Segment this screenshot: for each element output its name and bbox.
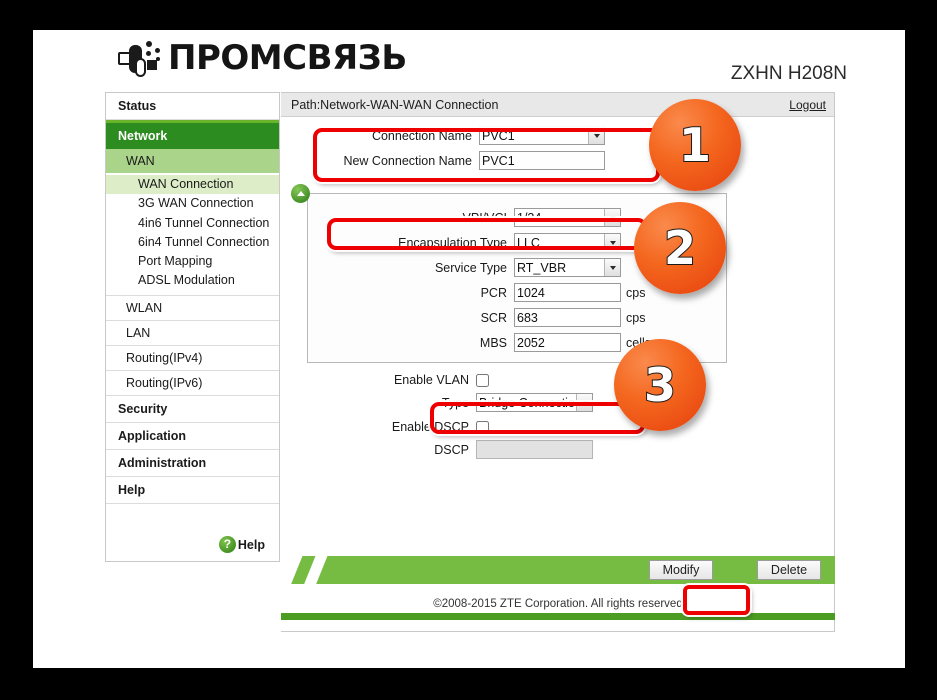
encapsulation-type-select-wrap: LLC [514,233,621,252]
scr-input[interactable] [514,308,621,327]
chevron-up-icon[interactable] [291,184,310,203]
sidebar-item-4in6-tunnel-connection[interactable]: 4in6 Tunnel Connection [106,214,279,233]
sidebar-item-application[interactable]: Application [106,423,279,450]
sidebar-item-status[interactable]: Status [106,93,279,120]
enable-dscp-label: Enable DSCP [391,420,469,434]
sidebar-item-network[interactable]: Network [106,123,279,149]
sidebar-item-security[interactable]: Security [106,396,279,423]
promsvyaz-logo-icon [118,39,164,77]
sidebar-item-3g-wan-connection[interactable]: 3G WAN Connection [106,194,279,213]
footer-action-bar: Modify Delete [281,556,835,584]
row-dscp: DSCP [307,440,727,459]
brand-header: ПРОМСВЯЗЬ [118,38,407,78]
row-mbs: MBS cells [308,333,726,352]
dscp-input [476,440,593,459]
enable-dscp-checkbox[interactable] [476,420,489,434]
sidebar-nav: Status Network WAN WAN Connection 3G WAN… [105,92,280,562]
router-admin-page: ПРОМСВЯЗЬ ZXHN H208N Status Network WAN … [33,30,905,668]
atm-parameters-section: VPI/VCI 1/34 Encapsulation Type LLC Serv… [307,193,727,363]
footer-slash-2 [300,556,330,584]
row-scr: SCR cps [308,308,726,327]
modify-button[interactable]: Modify [649,560,713,580]
sidebar-item-administration[interactable]: Administration [106,450,279,477]
pcr-label: PCR [480,285,507,300]
sidebar-help-shortcut[interactable]: ? Help [106,530,279,561]
sidebar-wan-leaves: WAN Connection 3G WAN Connection 4in6 Tu… [106,173,279,296]
device-model-label: ZXHN H208N [730,63,847,84]
footer-green-rule [281,613,835,620]
type-select-wrap: Bridge Connection [476,393,593,412]
encapsulation-type-select[interactable]: LLC [514,233,621,252]
brand-name: ПРОМСВЯЗЬ [168,38,407,78]
row-enable-dscp: Enable DSCP [307,420,727,434]
sidebar-item-adsl-modulation[interactable]: ADSL Modulation [106,271,279,290]
vpi-vci-select[interactable]: 1/34 [514,208,621,227]
connection-name-section: Connection Name PVC1 New Connection Name [307,126,663,178]
sidebar-help-label: Help [237,537,265,552]
row-vpi-vci: VPI/VCI 1/34 [308,208,726,227]
sidebar-item-port-mapping[interactable]: Port Mapping [106,252,279,271]
enable-vlan-checkbox[interactable] [476,373,489,387]
logout-link[interactable]: Logout [789,98,826,112]
enable-vlan-label: Enable VLAN [393,373,469,387]
body-frame: Status Network WAN WAN Connection 3G WAN… [105,92,835,632]
mbs-input[interactable] [514,333,621,352]
content-panel: Path:Network-WAN-WAN Connection Logout C… [281,92,835,632]
scr-label: SCR [480,310,507,325]
connection-name-select[interactable]: PVC1 [479,126,605,145]
sidebar-item-help[interactable]: Help [106,477,279,504]
vpi-vci-label: VPI/VCI [462,210,507,225]
service-type-select-wrap: RT_VBR [514,258,621,277]
sidebar-item-wan[interactable]: WAN [106,149,279,173]
row-pcr: PCR cps [308,283,726,302]
vlan-type-section: Enable VLAN Type Bridge Connection Enabl… [307,373,727,473]
sidebar-item-wan-connection[interactable]: WAN Connection [106,175,279,195]
connection-name-select-wrap: PVC1 [479,126,605,145]
sidebar-item-wlan[interactable]: WLAN [106,296,279,321]
encapsulation-type-label: Encapsulation Type [398,235,507,250]
scr-unit: cps [626,310,646,325]
pcr-unit: cps [626,285,646,300]
breadcrumb-bar: Path:Network-WAN-WAN Connection Logout [281,93,834,117]
row-connection-name: Connection Name PVC1 [307,126,663,145]
row-enable-vlan: Enable VLAN [307,373,727,387]
mbs-label: MBS [479,335,507,350]
service-type-label: Service Type [434,260,507,275]
row-encapsulation-type: Encapsulation Type LLC [308,233,726,252]
new-connection-name-label: New Connection Name [343,153,472,168]
pcr-input[interactable] [514,283,621,302]
mbs-unit: cells [626,335,652,350]
sidebar-item-lan[interactable]: LAN [106,321,279,346]
row-new-connection-name: New Connection Name [307,151,663,170]
row-type: Type Bridge Connection [307,393,727,412]
copyright-text: ©2008-2015 ZTE Corporation. All rights r… [433,598,683,610]
breadcrumb: Path:Network-WAN-WAN Connection [291,97,499,112]
sidebar-item-6in4-tunnel-connection[interactable]: 6in4 Tunnel Connection [106,233,279,252]
row-service-type: Service Type RT_VBR [308,258,726,277]
new-connection-name-input[interactable] [479,151,605,170]
dscp-label: DSCP [434,442,469,457]
type-select[interactable]: Bridge Connection [476,393,593,412]
question-mark-icon: ? [218,536,236,553]
screenshot-root: ПРОМСВЯЗЬ ZXHN H208N Status Network WAN … [0,0,937,700]
type-label: Type [441,395,469,410]
sidebar-item-routing-ipv6[interactable]: Routing(IPv6) [106,371,279,396]
connection-name-label: Connection Name [371,128,472,143]
delete-button[interactable]: Delete [757,560,821,580]
service-type-select[interactable]: RT_VBR [514,258,621,277]
sidebar-item-routing-ipv4[interactable]: Routing(IPv4) [106,346,279,371]
vpi-vci-select-wrap: 1/34 [514,208,621,227]
